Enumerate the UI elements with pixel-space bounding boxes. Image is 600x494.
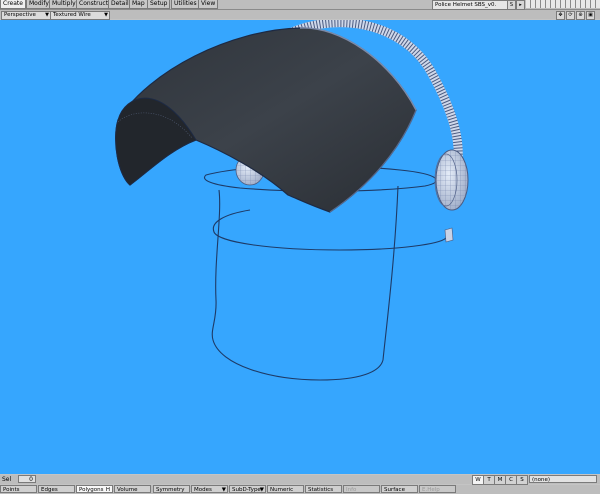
polygons-mode-button[interactable]: Polygons H [76, 485, 113, 493]
viewport-rotate-icon[interactable]: ⟳ [566, 11, 575, 20]
tab-modify[interactable]: Modify [26, 0, 52, 9]
perspective-viewport[interactable] [0, 20, 600, 474]
wtmcs-s-button[interactable]: S [516, 475, 528, 485]
view-type-label: Perspective [4, 12, 36, 18]
subd-type-label: SubD-Type [232, 487, 261, 493]
viewport-header: Perspective ▼ Textured Wire ▼ ✥ ⟳ ⊕ ▣ [0, 10, 600, 20]
object-s-button[interactable]: S [507, 0, 516, 10]
polygons-label: Polygons [79, 487, 104, 493]
surface-button[interactable]: Surface [381, 485, 418, 493]
surface-filter-select[interactable]: (none) [529, 475, 597, 483]
tab-setup[interactable]: Setup [147, 0, 171, 9]
viewport-maximize-icon[interactable]: ▣ [586, 11, 595, 20]
tab-multiply[interactable]: Multiply [49, 0, 79, 9]
viewport-move-icon[interactable]: ✥ [556, 11, 565, 20]
symmetry-button[interactable]: Symmetry [153, 485, 190, 493]
volume-mode-button[interactable]: Volume [114, 485, 151, 493]
chevron-down-icon: ▼ [221, 487, 226, 493]
points-mode-button[interactable]: Points [0, 485, 37, 493]
tab-view[interactable]: View [198, 0, 219, 9]
mode-bar: Points Edges Polygons H Volume Symmetry … [0, 485, 600, 494]
chevron-down-icon: ▼ [104, 12, 108, 18]
chevron-down-icon: ▼ [259, 487, 264, 493]
tab-create[interactable]: Create [0, 0, 26, 9]
chevron-down-icon: ▼ [45, 12, 49, 18]
modes-label: Modes [194, 487, 212, 493]
scene-drawing [115, 20, 469, 381]
chin-clip [444, 227, 454, 243]
polygons-hotkey: H [105, 487, 110, 493]
info-button[interactable]: Info [343, 485, 380, 493]
right-ear-cup [434, 149, 469, 211]
tab-construct[interactable]: Construct [76, 0, 112, 9]
tab-utilities[interactable]: Utilities [171, 0, 200, 9]
render-mode-label: Textured Wire [53, 12, 91, 18]
modes-dropdown[interactable]: Modes ▼ [191, 485, 228, 493]
selection-bar: Sel 0 W T M C S (none) [0, 475, 600, 485]
render-mode-dropdown[interactable]: Textured Wire ▼ [50, 11, 110, 20]
layer-bank-strip[interactable] [526, 0, 600, 8]
selection-label: Sel [2, 476, 12, 483]
view-type-dropdown[interactable]: Perspective ▼ [1, 11, 51, 20]
numeric-button[interactable]: Numeric [267, 485, 304, 493]
viewport-zoom-icon[interactable]: ⊕ [576, 11, 585, 20]
tab-map[interactable]: Map [129, 0, 148, 9]
extra-help-button[interactable]: E.Help [419, 485, 456, 493]
edges-mode-button[interactable]: Edges [38, 485, 75, 493]
subd-type-dropdown[interactable]: SubD-Type ▼ [229, 485, 266, 493]
object-next-button[interactable]: ▸ [516, 0, 525, 10]
menu-bar: Create Modify Multiply Construct Detail … [0, 0, 600, 10]
selection-count: 0 [18, 475, 36, 483]
statistics-button[interactable]: Statistics [305, 485, 342, 493]
object-selector[interactable]: Police Helmet SBS_v0. [432, 0, 508, 10]
visor-shield [115, 27, 417, 213]
